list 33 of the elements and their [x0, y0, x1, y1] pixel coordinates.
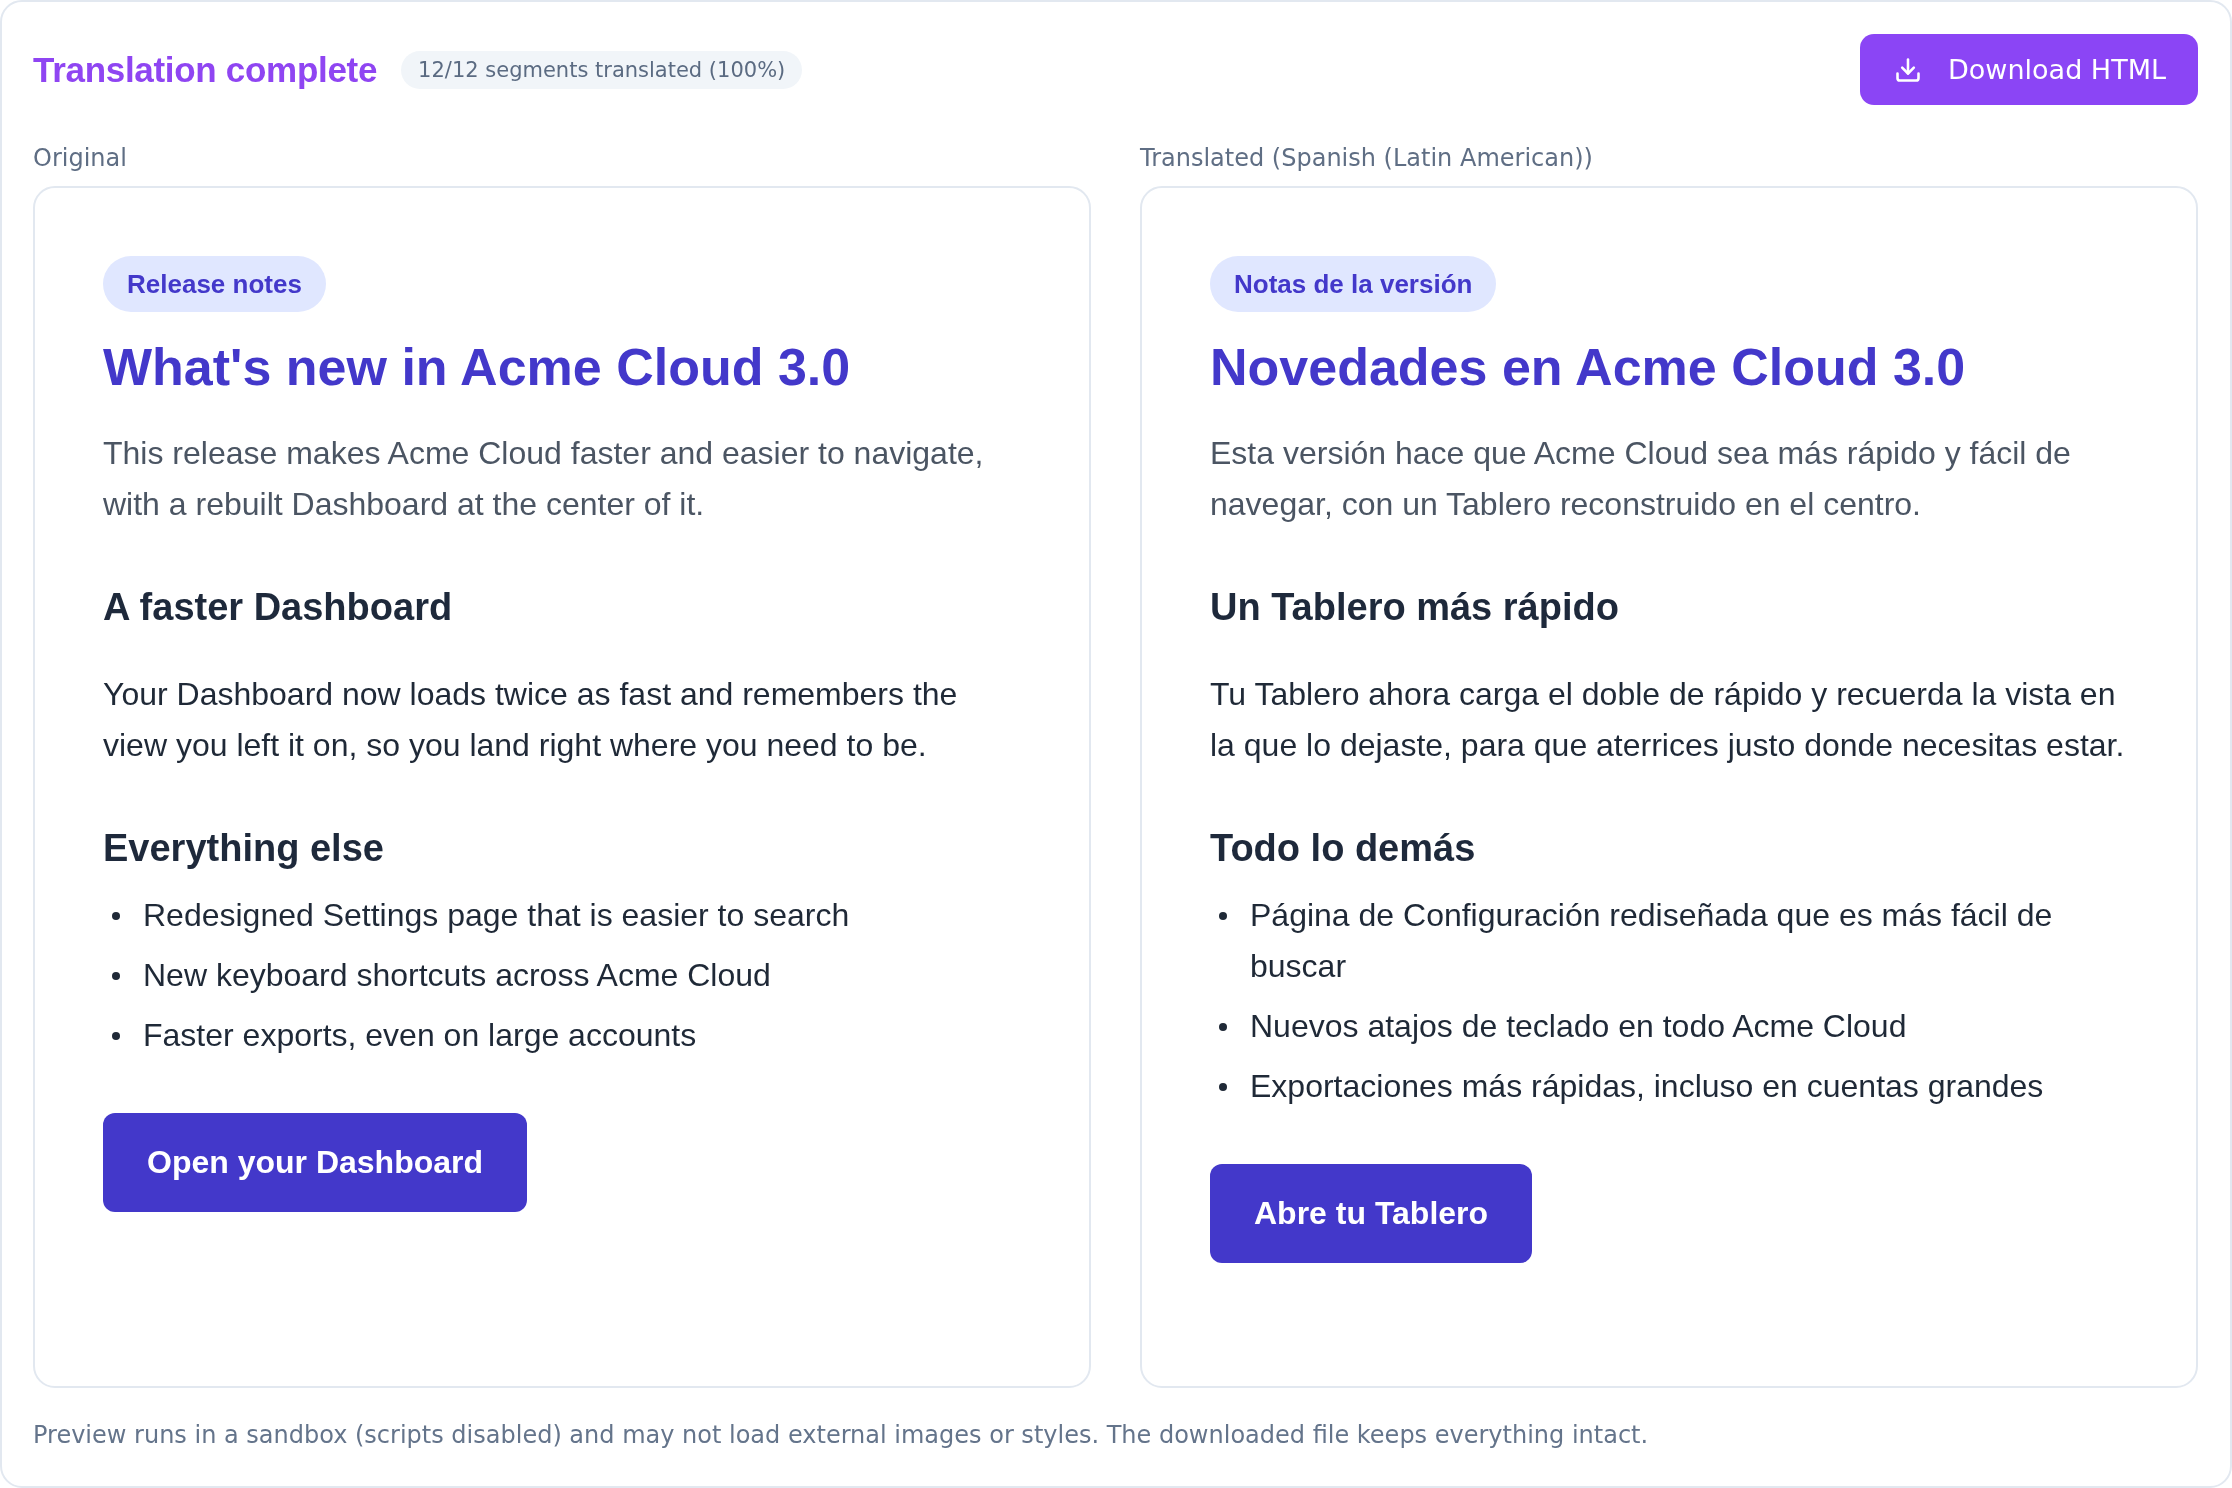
- section-paragraph: Tu Tablero ahora carga el doble de rápido y recuerda la vista en la que lo dejaste, para que aterrices justo donde necesitas estar.: [1210, 675, 2126, 765]
- section-heading: Everything else: [103, 826, 384, 871]
- bullet-icon: [1219, 912, 1227, 920]
- bullet-icon: [112, 912, 120, 920]
- list-item-text: Redesigned Settings page that is easier to search: [143, 896, 850, 935]
- list-item-text: Faster exports, even on large accounts: [143, 1016, 697, 1055]
- bullet-icon: [112, 1032, 120, 1040]
- progress-badge: 12/12 segments translated (100%): [401, 50, 803, 89]
- download-button[interactable]: Download HTML: [1860, 34, 2198, 105]
- pane-label: Original: [33, 143, 127, 174]
- download-icon: [1894, 55, 1923, 84]
- bullet-icon: [1219, 1023, 1227, 1031]
- bullet-icon: [112, 972, 120, 980]
- bullet-icon: [1219, 1083, 1227, 1091]
- section-paragraph: Your Dashboard now loads twice as fast and remembers the view you left it on, so you land right where you need to be.: [103, 675, 959, 765]
- intro-paragraph: Esta versión hace que Acme Cloud sea más rápido y fácil de navegar, con un Tablero reconstruido en el centro.: [1210, 434, 2072, 524]
- category-badge: Notas de la versión: [1210, 256, 1497, 312]
- list-item-text: New keyboard shortcuts across Acme Cloud: [143, 956, 771, 995]
- list-item-text: Nuevos atajos de teclado en todo Acme Cloud: [1250, 1007, 1907, 1046]
- status-title: Translation complete: [33, 48, 378, 91]
- pane-label: Translated (Spanish (Latin American)): [1140, 143, 1593, 174]
- section-heading: A faster Dashboard: [103, 585, 453, 630]
- footer-note: Preview runs in a sandbox (scripts disabled) and may not load external images or styles. The downloaded file keeps everything intact.: [33, 1420, 1650, 1450]
- category-badge: Release notes: [103, 256, 326, 312]
- email-heading: Novedades en Acme Cloud 3.0: [1210, 337, 1966, 398]
- email-heading: What's new in Acme Cloud 3.0: [103, 337, 851, 398]
- call-to-action-button[interactable]: Abre tu Tablero: [1210, 1164, 1533, 1263]
- intro-paragraph: This release makes Acme Cloud faster and easier to navigate, with a rebuilt Dashboard at the center of it.: [103, 434, 985, 524]
- list-item-text: Página de Configuración rediseñada que es más fácil de buscar: [1250, 896, 2054, 986]
- call-to-action-button[interactable]: Open your Dashboard: [103, 1113, 528, 1212]
- list-item-text: Exportaciones más rápidas, incluso en cuentas grandes: [1250, 1067, 2044, 1106]
- section-heading: Todo lo demás: [1210, 826, 1476, 871]
- section-heading: Un Tablero más rápido: [1210, 585, 1619, 630]
